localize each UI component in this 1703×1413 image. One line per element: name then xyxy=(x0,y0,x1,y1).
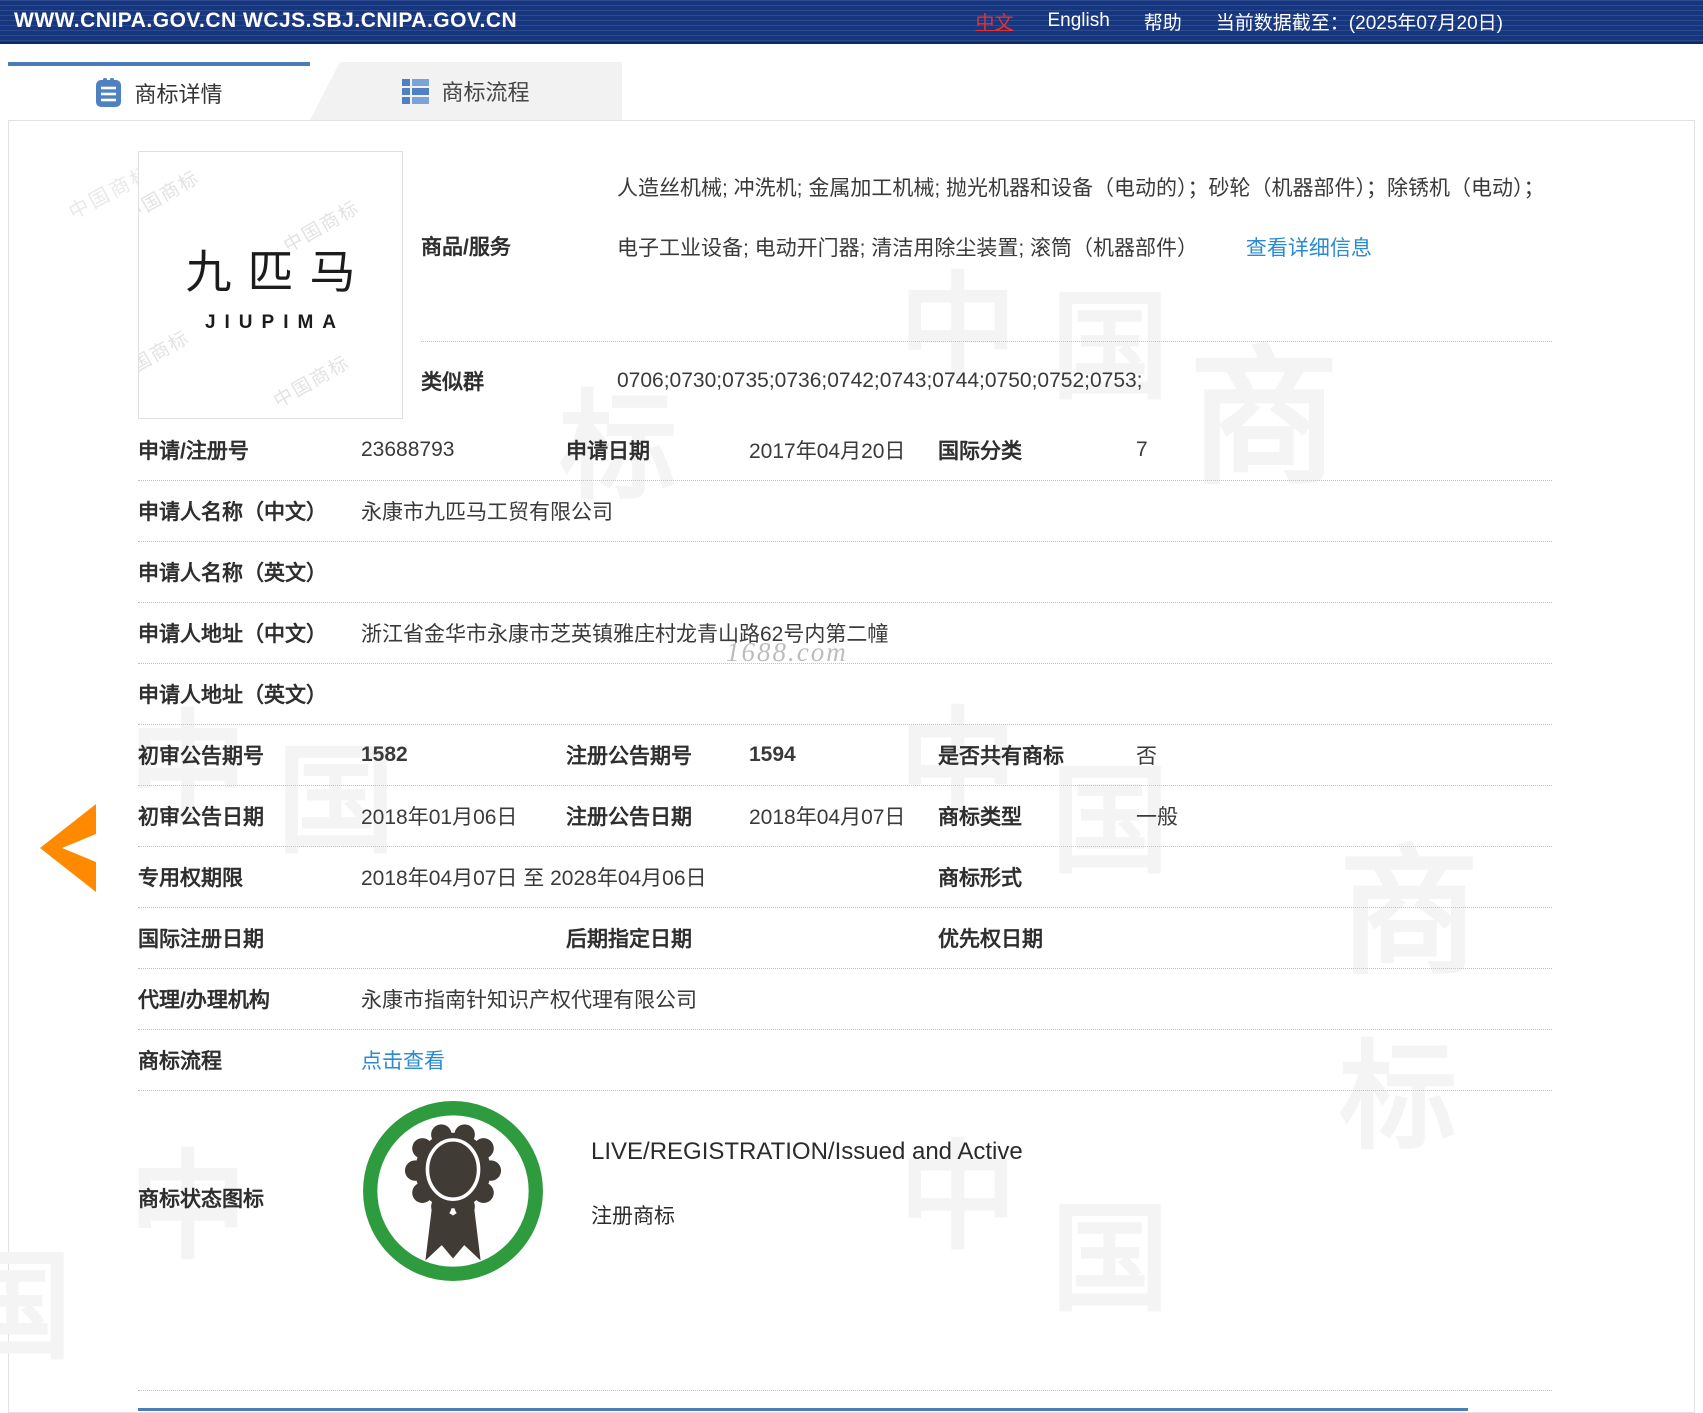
first-pub-no-value: 1582 xyxy=(361,743,408,766)
is-shared-value: 否 xyxy=(1136,745,1157,768)
data-cutoff-text: 当前数据截至：(2025年07月20日) xyxy=(1215,12,1503,34)
applicant-zh-value: 永康市九匹马工贸有限公司 xyxy=(361,501,613,524)
table-row: 初审公告期号 1582 注册公告期号 1594 是否共有商标 否 xyxy=(138,725,1552,786)
process-label: 商标流程 xyxy=(138,1050,222,1073)
app-date-label: 申请日期 xyxy=(566,440,650,463)
reg-no-value: 23688793 xyxy=(361,438,455,461)
lang-english-link[interactable]: English xyxy=(1047,10,1109,32)
first-pub-no-label: 初审公告期号 xyxy=(138,745,264,768)
table-row: 国际注册日期 后期指定日期 优先权日期 xyxy=(138,908,1552,969)
table-icon xyxy=(402,79,430,104)
address-zh-label: 申请人地址（中文） xyxy=(138,623,327,646)
header-links: 中文 English 帮助 当前数据截至：(2025年07月20日) xyxy=(975,8,1503,35)
mark-type-value: 一般 xyxy=(1136,806,1178,829)
agency-value: 永康市指南针知识产权代理有限公司 xyxy=(361,989,697,1012)
lang-chinese-link[interactable]: 中文 xyxy=(975,8,1013,35)
status-registered-text: 注册商标 xyxy=(591,1205,675,1228)
address-en-label: 申请人地址（英文） xyxy=(138,684,327,707)
priority-date-label: 优先权日期 xyxy=(938,928,1043,951)
table-row: 申请人地址（英文） xyxy=(138,664,1552,725)
table-row: 代理/办理机构 永康市指南针知识产权代理有限公司 xyxy=(138,969,1552,1030)
tab-process-label: 商标流程 xyxy=(441,80,530,105)
applicant-zh-label: 申请人名称（中文） xyxy=(138,501,327,524)
top-section: 中国商标 中国商标 中国商标 中国商标 九匹马 JIUPIMA 商品/服务 人造… xyxy=(138,121,1552,420)
term-label: 专用权期限 xyxy=(138,867,243,890)
tab-detail-label: 商标详情 xyxy=(134,82,223,107)
table-row: 初审公告日期 2018年01月06日 注册公告日期 2018年04月07日 商标… xyxy=(138,786,1552,847)
site-watermark-1688: 1688.com xyxy=(726,637,848,667)
tab-trademark-detail[interactable]: 商标详情 xyxy=(8,62,310,120)
first-pub-date-label: 初审公告日期 xyxy=(138,806,264,829)
table-row: 专用权期限 2018年04月07日 至 2028年04月06日 商标形式 xyxy=(138,847,1552,908)
previous-arrow-button[interactable] xyxy=(38,800,96,896)
first-pub-date-value: 2018年01月06日 xyxy=(361,806,518,829)
mark-watermark: 中国商标 xyxy=(138,167,204,228)
trademark-name-zh: 九匹马 xyxy=(185,246,372,298)
is-shared-label: 是否共有商标 xyxy=(938,745,1064,768)
table-row: 申请人名称（英文） xyxy=(138,542,1552,603)
reg-pub-date-value: 2018年04月07日 xyxy=(749,806,906,829)
applicant-en-label: 申请人名称（英文） xyxy=(138,562,327,585)
site-urls: WWW.CNIPA.GOV.CN WCJS.SBJ.CNIPA.GOV.CN xyxy=(14,9,518,32)
registered-badge-icon xyxy=(363,1101,543,1281)
mark-watermark: 中国商标 xyxy=(138,327,194,388)
process-view-link[interactable]: 点击查看 xyxy=(361,1050,445,1073)
app-date-value: 2017年04月20日 xyxy=(749,440,906,463)
table-row: 商标流程 点击查看 xyxy=(138,1030,1552,1091)
mark-type-label: 商标类型 xyxy=(938,806,1022,829)
intl-class-value: 7 xyxy=(1136,438,1148,461)
mark-form-label: 商标形式 xyxy=(938,867,1022,890)
top-header-bar: WWW.CNIPA.GOV.CN WCJS.SBJ.CNIPA.GOV.CN 中… xyxy=(0,0,1703,44)
help-link[interactable]: 帮助 xyxy=(1144,8,1182,35)
section-bottom-accent xyxy=(138,1408,1468,1411)
reg-pub-no-label: 注册公告期号 xyxy=(566,745,692,768)
goods-text: 人造丝机械; 冲洗机; 金属加工机械; 抛光机器和设备（电动的）；砂轮（机器部件… xyxy=(617,177,1545,260)
similar-group-row: 类似群 0706;0730;0735;0736;0742;0743;0744;0… xyxy=(421,342,1552,420)
later-desig-label: 后期指定日期 xyxy=(566,928,692,951)
status-label: 商标状态图标 xyxy=(138,1188,264,1211)
goods-detail-link[interactable]: 查看详细信息 xyxy=(1204,237,1372,260)
address-zh-value: 浙江省金华市永康市芝英镇雅庄村龙青山路62号内第二幢 xyxy=(361,623,889,646)
similar-group-label: 类似群 xyxy=(421,371,484,394)
reg-no-label: 申请/注册号 xyxy=(138,440,249,463)
table-row: 申请人名称（中文） 永康市九匹马工贸有限公司 xyxy=(138,481,1552,542)
intl-reg-date-label: 国际注册日期 xyxy=(138,928,264,951)
goods-section: 商品/服务 人造丝机械; 冲洗机; 金属加工机械; 抛光机器和设备（电动的）；砂… xyxy=(421,151,1552,420)
status-live-text: LIVE/REGISTRATION/Issued and Active xyxy=(591,1138,1023,1165)
status-row: 商标状态图标 LIVE/REGISTRATION/Issued and Acti… xyxy=(138,1091,1552,1391)
tab-strip: 商标详情 商标流程 xyxy=(8,62,622,120)
mark-watermark: 中国商标 xyxy=(270,352,354,413)
goods-label: 商品/服务 xyxy=(421,236,511,259)
agency-label: 代理/办理机构 xyxy=(138,989,270,1012)
goods-row: 商品/服务 人造丝机械; 冲洗机; 金属加工机械; 抛光机器和设备（电动的）；砂… xyxy=(421,151,1552,341)
term-value: 2018年04月07日 至 2028年04月06日 xyxy=(361,867,707,890)
bg-watermark: 国 xyxy=(0,1242,73,1374)
list-icon xyxy=(96,78,122,107)
reg-pub-date-label: 注册公告日期 xyxy=(566,806,692,829)
trademark-image: 中国商标 中国商标 中国商标 中国商标 九匹马 JIUPIMA xyxy=(138,151,403,419)
tab-trademark-process[interactable]: 商标流程 xyxy=(310,62,622,120)
goods-value: 人造丝机械; 冲洗机; 金属加工机械; 抛光机器和设备（电动的）；砂轮（机器部件… xyxy=(617,151,1552,341)
intl-class-label: 国际分类 xyxy=(938,440,1022,463)
content-panel: 中 国 商 标 中 国 中 国 商 中 中 国 标 国 中国商标 中国商标 16… xyxy=(0,120,1695,1413)
reg-pub-no-value: 1594 xyxy=(749,743,796,766)
status-text-block: LIVE/REGISTRATION/Issued and Active 注册商标 xyxy=(591,1091,1023,1230)
table-row: 申请/注册号 23688793 申请日期 2017年04月20日 国际分类 7 xyxy=(138,420,1552,481)
similar-group-value: 0706;0730;0735;0736;0742;0743;0744;0750;… xyxy=(617,369,1143,392)
trademark-name-en: JIUPIMA xyxy=(204,312,346,333)
trademark-detail-page: WWW.CNIPA.GOV.CN WCJS.SBJ.CNIPA.GOV.CN 中… xyxy=(0,0,1703,1413)
